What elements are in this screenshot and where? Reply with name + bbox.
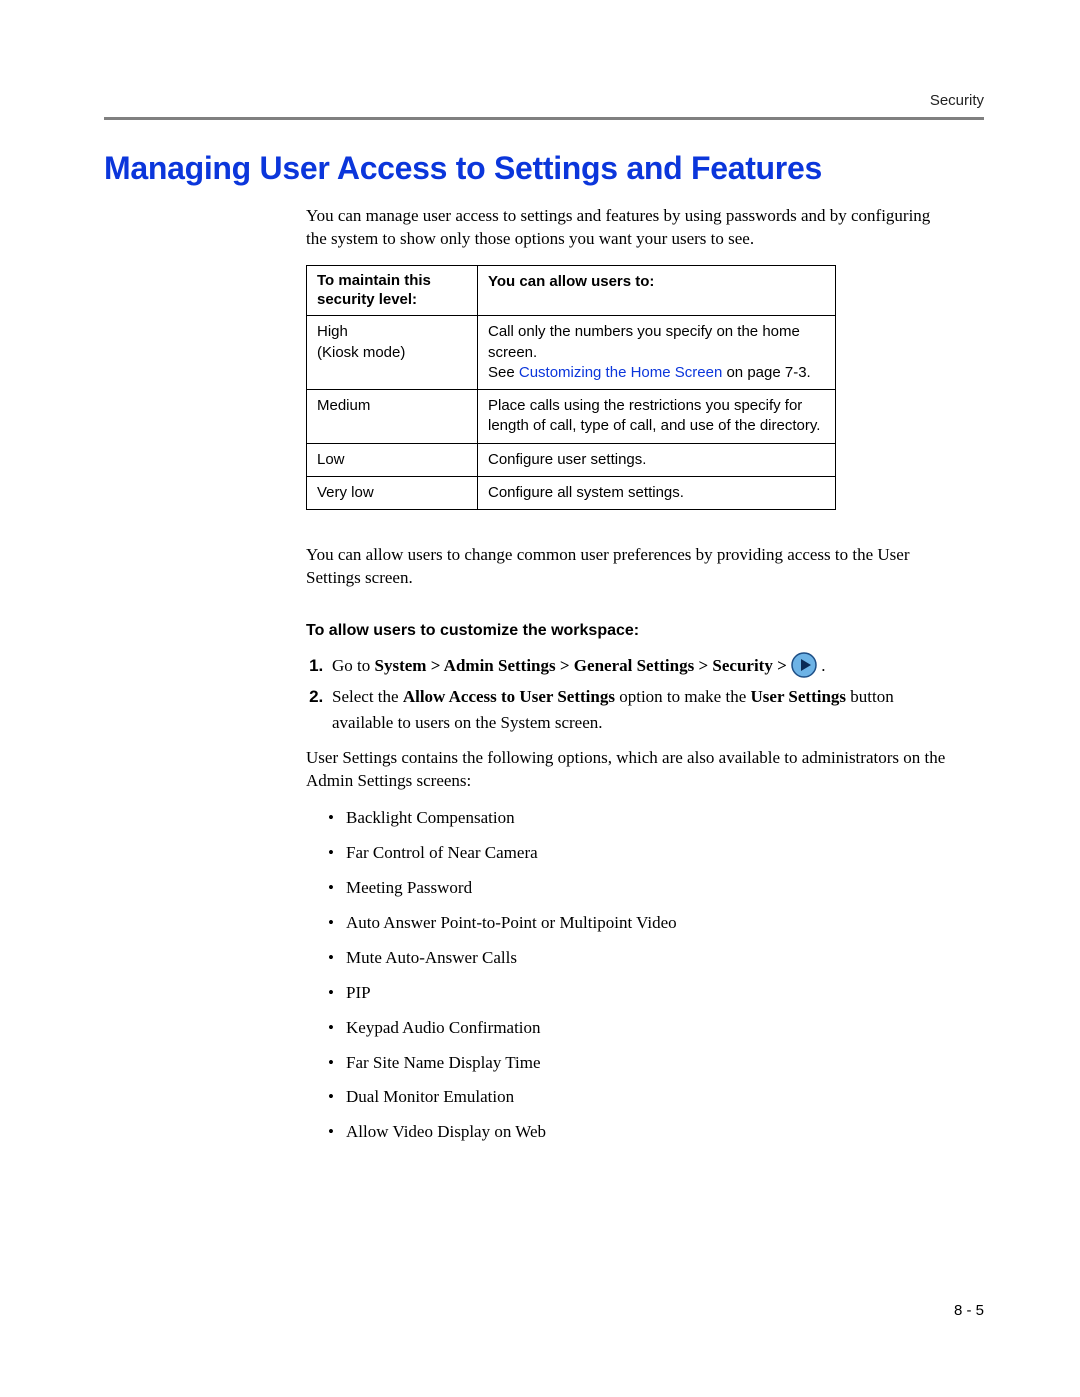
header-rule [104,117,984,120]
after-steps-paragraph: User Settings contains the following opt… [306,747,946,793]
section-title: Managing User Access to Settings and Fea… [104,150,984,187]
table-header-allow: You can allow users to: [478,265,836,316]
list-item: Mute Auto-Answer Calls [328,947,946,970]
list-item: PIP [328,982,946,1005]
table-row: High (Kiosk mode) Call only the numbers … [307,316,836,390]
step-item: Select the Allow Access to User Settings… [328,684,946,735]
list-item: Backlight Compensation [328,807,946,830]
table-header-level: To maintain this security level: [307,265,478,316]
list-item: Meeting Password [328,877,946,900]
page-number: 8 - 5 [954,1302,984,1319]
list-item: Far Site Name Display Time [328,1052,946,1075]
running-header: Security [104,92,984,109]
after-table-paragraph: You can allow users to change common use… [306,544,946,590]
procedure-steps: Go to System > Admin Settings > General … [306,652,946,736]
list-item: Dual Monitor Emulation [328,1086,946,1109]
table-row: Medium Place calls using the restriction… [307,390,836,444]
cross-reference-link[interactable]: Customizing the Home Screen [519,364,722,381]
list-item: Auto Answer Point-to-Point or Multipoint… [328,912,946,935]
body-column: You can manage user access to settings a… [306,205,946,1144]
list-item: Far Control of Near Camera [328,842,946,865]
options-list: Backlight Compensation Far Control of Ne… [306,807,946,1144]
next-arrow-icon [791,652,817,678]
step-item: Go to System > Admin Settings > General … [328,652,946,679]
security-level-table: To maintain this security level: You can… [306,265,946,510]
list-item: Allow Video Display on Web [328,1121,946,1144]
procedure-heading: To allow users to customize the workspac… [306,620,946,642]
table-row: Low Configure user settings. [307,443,836,476]
intro-paragraph: You can manage user access to settings a… [306,205,946,251]
table-row: Very low Configure all system settings. [307,476,836,509]
page: Security Managing User Access to Setting… [0,0,1080,1397]
list-item: Keypad Audio Confirmation [328,1017,946,1040]
